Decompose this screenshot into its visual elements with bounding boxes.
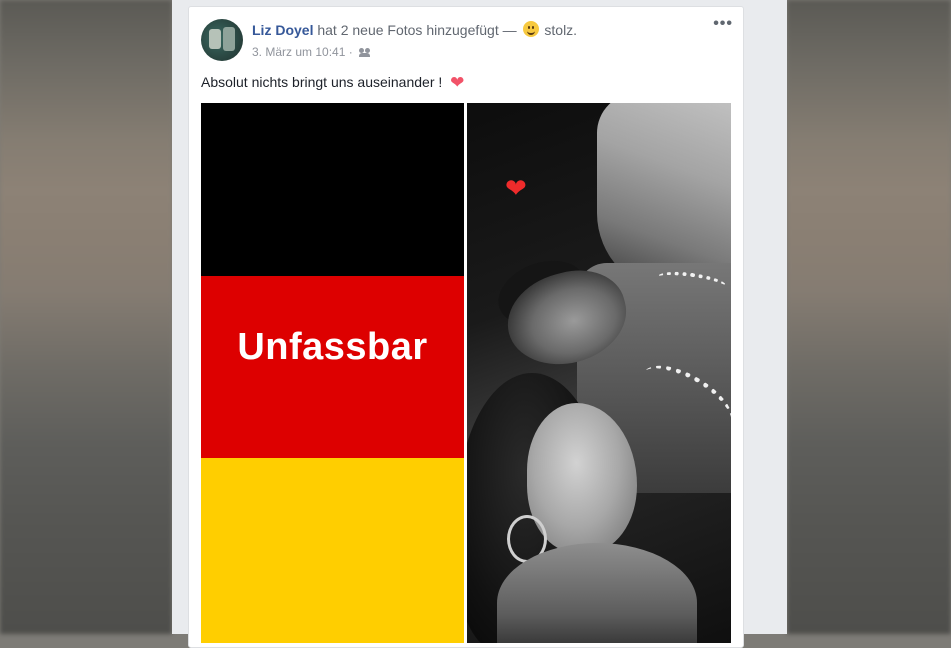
blurred-background-left	[0, 0, 172, 634]
flag-stripe-black	[201, 103, 464, 276]
timestamp-link[interactable]: 3. März um 10:41	[252, 45, 345, 59]
german-flag-photo[interactable]: Unfassbar	[201, 103, 464, 643]
post-meta: 3. März um 10:41 ·	[252, 45, 371, 59]
author-name-link[interactable]: Liz Doyel	[252, 22, 313, 38]
post-text: Absolut nichts bringt uns auseinander ! …	[201, 73, 464, 93]
blurred-background-right	[787, 0, 951, 634]
heart-icon: ❤	[450, 73, 465, 92]
feeling-text: stolz.	[544, 22, 578, 38]
smiley-feeling-icon	[522, 21, 539, 37]
couple-photo[interactable]: ❤	[467, 103, 731, 643]
friends-audience-icon[interactable]	[359, 48, 371, 57]
photo-grid: Unfassbar ❤	[201, 103, 731, 643]
more-options-icon[interactable]: •••	[713, 15, 733, 33]
avatar[interactable]	[201, 19, 243, 61]
meta-separator: ·	[348, 45, 353, 59]
post-header: Liz Doyel hat 2 neue Fotos hinzugefügt —…	[252, 21, 577, 38]
flag-overlay-text: Unfassbar	[237, 326, 428, 368]
post-message: Absolut nichts bringt uns auseinander !	[201, 74, 443, 90]
facebook-post: Liz Doyel hat 2 neue Fotos hinzugefügt —…	[188, 6, 744, 648]
heart-sticker-icon: ❤	[505, 173, 527, 203]
flag-stripe-gold	[201, 458, 464, 643]
post-action-text: hat 2 neue Fotos hinzugefügt —	[317, 22, 517, 38]
